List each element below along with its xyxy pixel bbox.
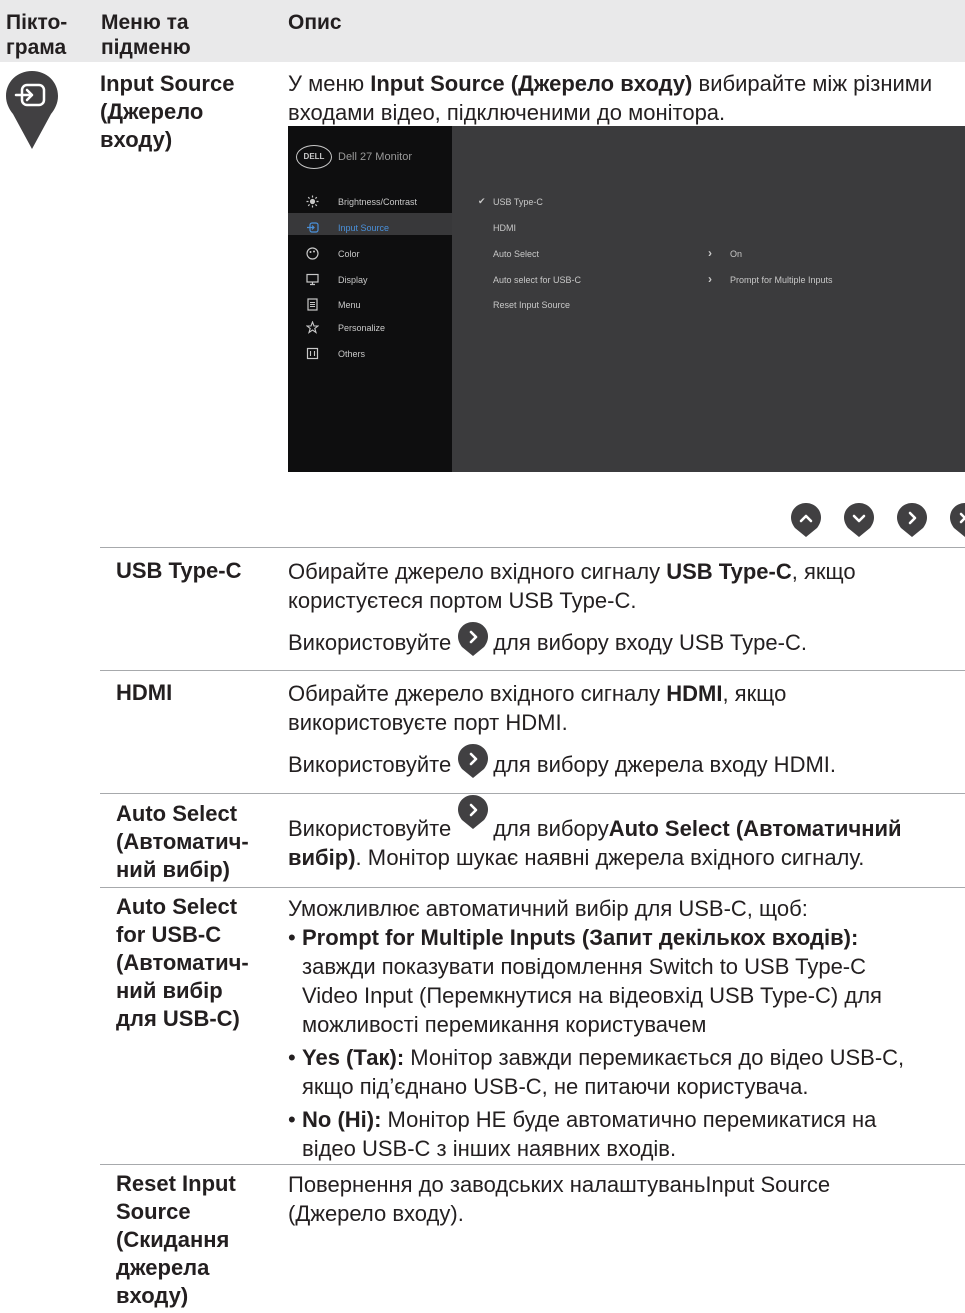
header-menu-column: Меню та підменю bbox=[101, 11, 191, 59]
right-icon bbox=[457, 621, 489, 664]
star-icon bbox=[305, 320, 320, 334]
color-palette-icon bbox=[306, 247, 319, 260]
brightness-icon bbox=[306, 195, 319, 208]
right-icon bbox=[457, 743, 489, 786]
chevron-right-icon: › bbox=[708, 246, 712, 260]
hdmi-description: Обирайте джерело вхідного сигналу HDMI, … bbox=[288, 679, 958, 782]
right-icon bbox=[457, 794, 489, 837]
reset-label: Reset Input Source (Скидання джерела вхо… bbox=[116, 1171, 236, 1308]
osd-menu-item[interactable]: Input Source bbox=[338, 223, 389, 233]
row-divider bbox=[100, 547, 965, 548]
osd-menu-item[interactable]: Menu bbox=[338, 300, 361, 310]
others-icon bbox=[306, 347, 319, 360]
osd-menu-item[interactable]: Brightness/Contrast bbox=[338, 197, 417, 207]
row-divider bbox=[100, 670, 965, 671]
auto-select-label: Auto Select (Автоматич- ний вибір) bbox=[116, 801, 249, 882]
osd-option[interactable]: Reset Input Source bbox=[493, 300, 570, 310]
down-icon[interactable] bbox=[843, 502, 875, 543]
osd-menu-item[interactable]: Others bbox=[338, 349, 365, 359]
check-icon: ✔ bbox=[478, 196, 486, 206]
osd-option[interactable]: HDMI bbox=[493, 223, 516, 233]
osd-menu-item[interactable]: Display bbox=[338, 275, 368, 285]
usbc-description: Обирайте джерело вхідного сигналу USB Ty… bbox=[288, 557, 958, 660]
display-icon bbox=[306, 273, 319, 286]
auto-select-description: Використовуйте для вибору Auto Select (А… bbox=[288, 795, 965, 872]
header-description-column: Опис bbox=[288, 11, 342, 34]
osd-menu-item[interactable]: Personalize bbox=[338, 323, 385, 333]
hdmi-label: HDMI bbox=[116, 680, 173, 705]
input-source-icon bbox=[4, 69, 60, 151]
osd-option[interactable]: Auto select for USB-C bbox=[493, 275, 581, 285]
menu-icon bbox=[306, 298, 319, 311]
osd-title: Dell 27 Monitor bbox=[338, 151, 412, 163]
header-icon-column: Пікто- грама bbox=[6, 11, 68, 59]
usbc-label: USB Type-C bbox=[116, 558, 242, 583]
input-source-icon bbox=[306, 221, 319, 234]
right-icon[interactable] bbox=[896, 502, 928, 543]
osd-option-value: On bbox=[730, 249, 743, 259]
row-divider bbox=[100, 887, 965, 888]
close-icon[interactable] bbox=[949, 502, 965, 543]
osd-option[interactable]: Auto Select bbox=[493, 249, 539, 259]
osd-menu-item[interactable]: Color bbox=[338, 249, 360, 259]
osd-menu-screenshot: DELL Dell 27 Monitor Brightness/Contrast… bbox=[288, 126, 965, 472]
nav-buttons bbox=[790, 502, 965, 538]
auto-usbc-label: Auto Select for USB-C (Автоматич- ний ви… bbox=[116, 894, 249, 1031]
row-divider bbox=[100, 1164, 965, 1165]
up-icon[interactable] bbox=[790, 502, 822, 543]
osd-option-value: Prompt for Multiple Inputs bbox=[730, 275, 833, 285]
osd-option[interactable]: USB Type-C bbox=[493, 197, 543, 207]
auto-usbc-description: Уможливлює автоматичний вибір для USB-C,… bbox=[288, 896, 905, 1161]
chevron-right-icon: › bbox=[708, 272, 712, 286]
input-source-description: У меню Input Source (Джерело входу) виби… bbox=[288, 71, 933, 125]
dell-logo: DELL bbox=[296, 145, 332, 169]
row-divider bbox=[100, 793, 965, 794]
reset-description: Повернення до заводських налаштуваньInpu… bbox=[288, 1172, 831, 1226]
input-source-label: Input Source (Джерело входу) bbox=[100, 71, 235, 152]
